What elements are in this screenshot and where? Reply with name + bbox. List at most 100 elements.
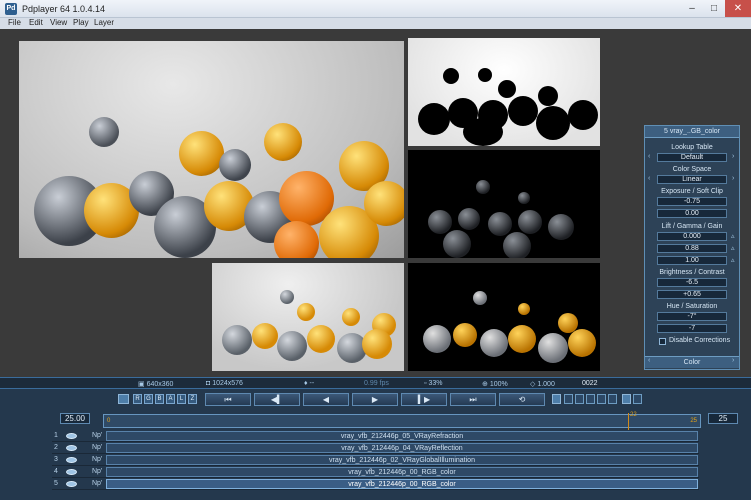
aspect-readout: ◇ 1.000 xyxy=(530,381,555,388)
gain-field[interactable]: 1.00 xyxy=(657,256,727,265)
visibility-eye-icon[interactable] xyxy=(66,481,77,487)
panel-prev-icon[interactable]: ‹ xyxy=(648,357,650,364)
gain-link-icon[interactable]: ▵ xyxy=(731,256,735,264)
fps-readout: 0.99 fps xyxy=(364,380,389,387)
marker-readout: ♦ -- xyxy=(304,380,315,387)
menu-layer[interactable]: Layer xyxy=(94,18,114,27)
next-frame-button[interactable]: ▍▶ xyxy=(401,393,447,406)
visibility-eye-icon[interactable] xyxy=(66,445,77,451)
loop-button[interactable]: ⟲ xyxy=(499,393,545,406)
fullscreen-icon[interactable] xyxy=(633,394,642,404)
view-grid-icon[interactable] xyxy=(564,394,573,404)
channels-toggle-icon[interactable] xyxy=(118,394,129,404)
colorspace-prev-icon[interactable]: ‹ xyxy=(648,175,650,182)
menu-view[interactable]: View xyxy=(50,18,67,27)
lookup-next-icon[interactable]: › xyxy=(732,153,734,160)
gamma-field[interactable]: 0.88 xyxy=(657,244,727,253)
panel-toggle-icon[interactable] xyxy=(622,394,631,404)
layer-name[interactable]: vray_vfb_212446p_00_RGB_color xyxy=(106,467,698,477)
layer-number: 3 xyxy=(54,456,58,463)
panel-footer-color-tab[interactable]: Color xyxy=(645,356,739,368)
timeline-end-field[interactable]: 25 xyxy=(708,413,738,424)
channel-z-button[interactable]: Z xyxy=(188,394,197,404)
maximize-button[interactable]: □ xyxy=(703,0,725,17)
layer-name[interactable]: vray_vfb_212446p_04_VRayReflection xyxy=(106,443,698,453)
color-panel: 5 vray_..GB_color Lookup Table Default ‹… xyxy=(644,125,740,370)
layer-row-selected[interactable]: 5 Np' vray_vfb_212446p_00_RGB_color xyxy=(52,479,699,490)
contrast-field[interactable]: +0.65 xyxy=(657,290,727,299)
visibility-eye-icon[interactable] xyxy=(66,457,77,463)
exposure-label: Exposure / Soft Clip xyxy=(661,188,723,195)
layer-name[interactable]: vray_vfb_212446p_00_RGB_color xyxy=(106,479,698,489)
disable-corrections-checkbox[interactable] xyxy=(659,338,666,345)
lookup-select[interactable]: Default xyxy=(657,153,727,162)
close-button[interactable]: ✕ xyxy=(725,0,751,17)
track-start-label: 0 xyxy=(107,418,111,424)
prev-key-button[interactable]: ◀▍ xyxy=(254,393,300,406)
panel-header[interactable]: 5 vray_..GB_color xyxy=(645,126,739,138)
viewer[interactable]: 5 vray_..GB_color Lookup Table Default ‹… xyxy=(0,29,751,377)
render-tile-global-illumination xyxy=(408,263,600,371)
magnifier-icon: ⊕ xyxy=(482,381,490,388)
playhead-label: 22 xyxy=(630,412,637,418)
view-diff-icon[interactable] xyxy=(608,394,617,404)
playback-toolbar: R G B A L Z ⏮ ◀▍ ◀ ▶ ▍▶ ⏭ ⟲ xyxy=(0,389,751,410)
disable-corrections-label: Disable Corrections xyxy=(669,337,731,344)
lookup-prev-icon[interactable]: ‹ xyxy=(648,153,650,160)
layer-name[interactable]: vray_vfb_212446p_02_VRayGlobalIlluminati… xyxy=(106,455,698,465)
layer-np-label: Np' xyxy=(92,468,103,475)
view-single-icon[interactable] xyxy=(552,394,561,404)
gamma-link-icon[interactable]: ▵ xyxy=(731,244,735,252)
channel-a-button[interactable]: A xyxy=(166,394,175,404)
menu-play[interactable]: Play xyxy=(73,18,89,27)
saturation-field[interactable]: -7 xyxy=(657,324,727,333)
exposure-field[interactable]: -0.75 xyxy=(657,197,727,206)
canvas-readout: ◘ 1024x576 xyxy=(206,380,243,387)
layer-np-label: Np' xyxy=(92,444,103,451)
visibility-eye-icon[interactable] xyxy=(66,433,77,439)
softclip-field[interactable]: 0.00 xyxy=(657,209,727,218)
monitor-icon: ▣ xyxy=(138,381,147,388)
brightness-field[interactable]: -6.5 xyxy=(657,278,727,287)
lgg-label: Lift / Gamma / Gain xyxy=(661,223,723,230)
bc-label: Brightness / Contrast xyxy=(659,269,725,276)
play-button[interactable]: ▶ xyxy=(352,393,398,406)
last-frame-button[interactable]: ⏭ xyxy=(450,393,496,406)
timeline-track[interactable]: 0 25 22 xyxy=(103,412,701,500)
visibility-eye-icon[interactable] xyxy=(66,469,77,475)
app-icon: Pd xyxy=(5,3,17,15)
layer-name[interactable]: vray_vfb_212446p_05_VRayRefraction xyxy=(106,431,698,441)
layer-np-label: Np' xyxy=(92,432,103,439)
frame-readout: 0022 xyxy=(582,380,598,387)
lift-field[interactable]: 0.000 xyxy=(657,232,727,241)
layer-row[interactable]: 1 Np' vray_vfb_212446p_05_VRayRefraction xyxy=(52,431,699,442)
lookup-label: Lookup Table xyxy=(671,144,713,151)
prev-frame-button[interactable]: ◀ xyxy=(303,393,349,406)
channel-l-button[interactable]: L xyxy=(177,394,186,404)
colorspace-select[interactable]: Linear xyxy=(657,175,727,184)
track-end-label: 25 xyxy=(690,418,697,424)
view-wipe-icon[interactable] xyxy=(586,394,595,404)
layer-np-label: Np' xyxy=(92,480,103,487)
channel-g-button[interactable]: G xyxy=(144,394,153,404)
lift-link-icon[interactable]: ▵ xyxy=(731,232,735,240)
timeline: 25.00 0 25 22 25 xyxy=(0,410,751,500)
hue-field[interactable]: -7° xyxy=(657,312,727,321)
layer-row[interactable]: 3 Np' vray_vfb_212446p_02_VRayGlobalIllu… xyxy=(52,455,699,466)
menu-file[interactable]: File xyxy=(8,18,21,27)
panel-next-icon[interactable]: › xyxy=(732,357,734,364)
channel-b-button[interactable]: B xyxy=(155,394,164,404)
menu-edit[interactable]: Edit xyxy=(29,18,43,27)
view-overlay-icon[interactable] xyxy=(597,394,606,404)
layer-row[interactable]: 4 Np' vray_vfb_212446p_00_RGB_color xyxy=(52,467,699,478)
view-split-icon[interactable] xyxy=(575,394,584,404)
colorspace-next-icon[interactable]: › xyxy=(732,175,734,182)
render-tile-refraction xyxy=(408,38,600,146)
timeline-start-field[interactable]: 25.00 xyxy=(60,413,90,424)
resolution-readout: ▣ 640x360 xyxy=(138,381,174,388)
layer-number: 5 xyxy=(54,480,58,487)
minimize-button[interactable]: – xyxy=(681,0,703,17)
first-frame-button[interactable]: ⏮ xyxy=(205,393,251,406)
layer-row[interactable]: 2 Np' vray_vfb_212446p_04_VRayReflection xyxy=(52,443,699,454)
channel-r-button[interactable]: R xyxy=(133,394,142,404)
